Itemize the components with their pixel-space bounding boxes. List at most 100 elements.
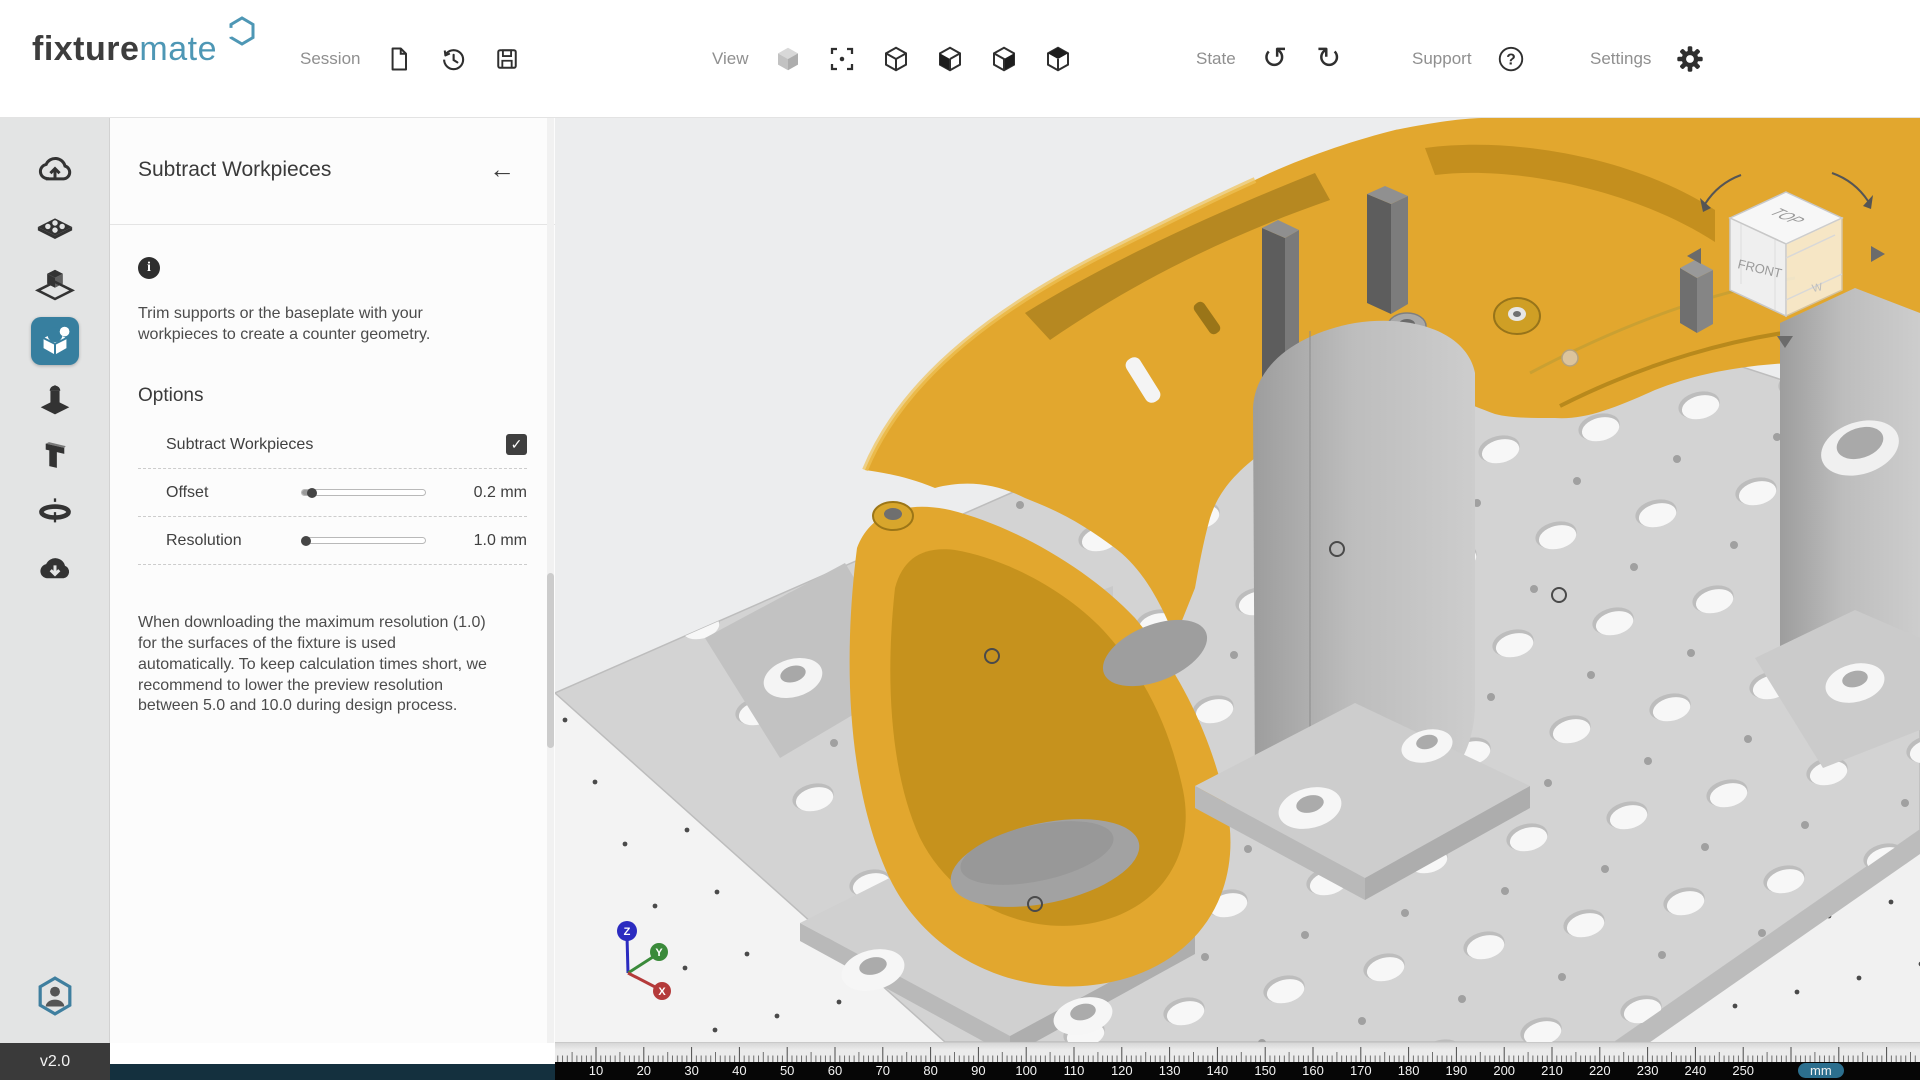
cube-right-face-icon[interactable] [989,44,1019,74]
sidebar-item-baseplate[interactable] [31,203,79,251]
offset-slider[interactable] [301,489,426,496]
axis-x-label: X [658,986,666,998]
wireframe-cube-icon[interactable] [881,44,911,74]
settings-group: Settings [1590,0,1705,118]
ruler-number: 200 [1493,1063,1515,1078]
option-row-resolution: Resolution 1.0 mm [138,517,527,565]
gear-icon[interactable] [1675,44,1705,74]
new-file-icon[interactable] [384,44,414,74]
logo-text-mate: mate [139,30,217,68]
session-label: Session [300,49,360,69]
resolution-value: 1.0 mm [453,532,527,550]
ruler-number: 160 [1302,1063,1324,1078]
ruler-number: 70 [876,1063,890,1078]
info-icon: i [138,257,160,279]
logo-text-fixture: fixture [32,30,139,68]
offset-slider-thumb[interactable] [307,488,317,498]
ruler-number: 140 [1207,1063,1229,1078]
ruler-number: 120 [1111,1063,1133,1078]
resolution-label: Resolution [166,532,301,550]
measurement-ruler: 1020304050607080901001101201301401501601… [555,1042,1920,1080]
redo-icon[interactable]: ↻ [1314,44,1344,74]
subtract-checkbox[interactable]: ✓ [506,434,527,455]
sidebar-item-supports[interactable] [31,374,79,422]
panel-scrollbar [547,118,554,1043]
ruler-ticks [555,1042,1920,1062]
ruler-number: 220 [1589,1063,1611,1078]
app-logo: fixturemate [32,30,253,69]
viewport-3d[interactable]: TOP FRONT W Z Y X [555,118,1920,1042]
sidebar-item-labels[interactable] [31,488,79,536]
cube-top-face-icon[interactable] [1043,44,1073,74]
fit-view-icon[interactable] [827,44,857,74]
shaded-cube-icon[interactable] [773,44,803,74]
ruler-number: 80 [923,1063,937,1078]
options-list: Subtract Workpieces ✓ Offset 0.2 mm Reso… [138,421,527,565]
tool-rail-items [0,118,109,593]
fixturemate-app: fixturemate Session View [0,0,1920,1080]
ruler-unit-badge: mm [1798,1063,1844,1078]
session-group: Session [300,0,522,118]
view-group: View [712,0,1073,118]
panel-body: i Trim supports or the baseplate with yo… [110,257,555,717]
options-heading: Options [138,385,527,407]
state-group: State ↺ ↻ [1196,0,1344,118]
option-row-offset: Offset 0.2 mm [138,469,527,517]
panel-title: Subtract Workpieces [138,158,331,182]
ruler-number: 170 [1350,1063,1372,1078]
resolution-slider-thumb[interactable] [301,536,311,546]
ruler-number: 50 [780,1063,794,1078]
panel-note: When downloading the maximum resolution … [138,613,490,717]
ruler-number: 100 [1015,1063,1037,1078]
panel-description: Trim supports or the baseplate with your… [138,303,498,345]
ruler-number: 30 [684,1063,698,1078]
ruler-number: 20 [637,1063,651,1078]
cube-left-face-icon[interactable] [935,44,965,74]
subtract-workpieces-panel: Subtract Workpieces ← i Trim supports or… [110,118,555,1043]
axis-z-label: Z [624,926,631,938]
version-label: v2.0 [0,1043,110,1080]
ruler-number: 10 [589,1063,603,1078]
account-button[interactable] [0,975,109,1017]
ruler-number: 60 [828,1063,842,1078]
sidebar-item-import[interactable] [31,146,79,194]
ruler-number: 230 [1637,1063,1659,1078]
ruler-numbers: 1020304050607080901001101201301401501601… [555,1062,1920,1080]
sidebar-item-workpieces[interactable] [31,260,79,308]
workpiece-pin-right [1367,186,1408,314]
offset-value: 0.2 mm [453,484,527,502]
bottom-status-bar [110,1064,555,1080]
tool-rail [0,118,110,1043]
resolution-slider[interactable] [301,537,426,544]
ruler-number: 240 [1685,1063,1707,1078]
ruler-number: 110 [1064,1063,1085,1078]
ruler-number: 90 [971,1063,985,1078]
marker-sphere [1562,350,1578,366]
support-group: Support ? [1412,0,1526,118]
settings-label: Settings [1590,49,1651,69]
save-icon[interactable] [492,44,522,74]
scene-canvas[interactable]: TOP FRONT W Z Y X [555,118,1920,1042]
sidebar-item-clamps[interactable] [31,431,79,479]
ruler-number: 150 [1254,1063,1276,1078]
help-icon[interactable]: ? [1496,44,1526,74]
back-button[interactable]: ← [489,154,515,185]
logo-hexagon-icon [229,16,255,46]
top-toolbar: fixturemate Session View [0,0,1920,118]
state-label: State [1196,49,1236,69]
offset-label: Offset [166,484,301,502]
history-icon[interactable] [438,44,468,74]
panel-scrollbar-thumb[interactable] [547,573,554,748]
ruler-number: 190 [1446,1063,1468,1078]
sidebar-item-subtract-workpieces[interactable] [31,317,79,365]
undo-icon[interactable]: ↺ [1260,44,1290,74]
view-label: View [712,49,749,69]
ruler-number: 40 [732,1063,746,1078]
user-hexagon-icon [35,975,75,1017]
option-row-subtract: Subtract Workpieces ✓ [138,421,527,469]
support-label: Support [1412,49,1472,69]
sidebar-item-export[interactable] [31,545,79,593]
ruler-number: 210 [1541,1063,1563,1078]
ruler-number: 180 [1398,1063,1420,1078]
axis-y-label: Y [655,947,663,959]
